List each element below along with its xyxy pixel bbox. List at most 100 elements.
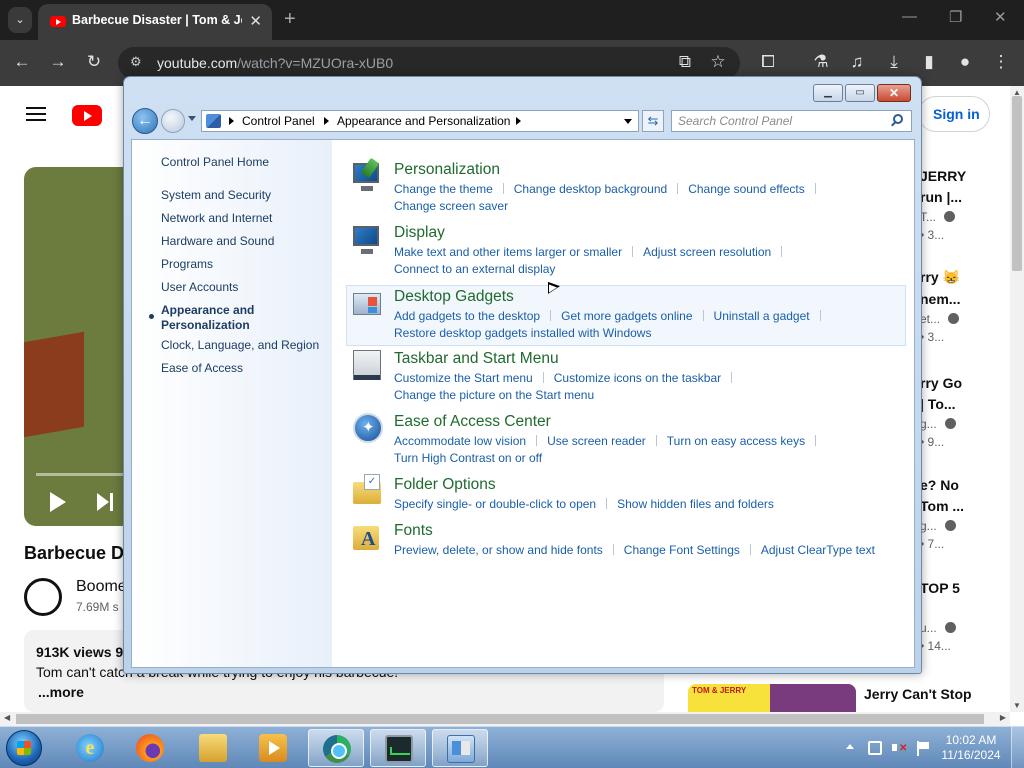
media-controls-icon[interactable]: ♫ (846, 52, 868, 72)
play-icon[interactable] (50, 492, 66, 512)
channel-avatar[interactable] (24, 578, 62, 616)
link-uninstall-gadget[interactable]: Uninstall a gadget (714, 309, 810, 323)
forward-button[interactable] (161, 109, 185, 133)
maximize-button[interactable]: ▭ (845, 84, 875, 102)
search-control-panel-input[interactable] (671, 110, 912, 132)
video-player[interactable] (24, 167, 130, 526)
explorer-address-bar[interactable]: Control Panel Appearance and Personaliza… (201, 110, 639, 132)
bookmark-star-icon[interactable]: ☆ (707, 52, 729, 72)
url-text[interactable]: youtube.com/watch?v=MZUOra-xUB0 (157, 55, 393, 71)
breadcrumb-appearance[interactable]: Appearance and Personalization (337, 114, 510, 128)
breadcrumb-arrow-icon[interactable] (324, 117, 329, 125)
taskbar-windows-explorer[interactable] (185, 729, 241, 767)
breadcrumb-arrow-icon[interactable] (229, 117, 234, 125)
link-adjust-screen-resolution[interactable]: Adjust screen resolution (643, 245, 771, 259)
back-arrow-icon[interactable]: ← (11, 52, 33, 72)
start-button[interactable] (6, 730, 42, 766)
recommended-video[interactable]: e? No Tom ... g... • 7... (920, 477, 1010, 551)
link-change-theme[interactable]: Change the theme (394, 182, 493, 196)
recent-pages-dropdown-icon[interactable] (188, 116, 196, 121)
side-panel-icon[interactable]: ▮ (918, 52, 940, 72)
nav-clock-language-region[interactable]: Clock, Language, and Region (161, 338, 319, 352)
close-button[interactable]: ✕ (877, 84, 911, 102)
category-title[interactable]: Desktop Gadgets (394, 288, 514, 306)
taskbar-task-manager[interactable] (370, 729, 426, 767)
volume-muted-icon[interactable] (892, 741, 907, 755)
link-restore-gadgets[interactable]: Restore desktop gadgets installed with W… (394, 326, 651, 340)
link-make-text-larger[interactable]: Make text and other items larger or smal… (394, 245, 622, 259)
category-title[interactable]: Personalization (394, 161, 500, 179)
browser-minimize-button[interactable]: — (902, 8, 917, 25)
system-clock[interactable]: 10:02 AM 11/16/2024 (940, 733, 1002, 763)
browser-tab-active[interactable]: Barbecue Disaster | Tom & Jerry ✕ (38, 4, 272, 40)
link-change-font-settings[interactable]: Change Font Settings (624, 543, 740, 557)
address-bar[interactable]: ⚙ youtube.com/watch?v=MZUOra-xUB0 (118, 47, 740, 79)
back-button[interactable]: ← (132, 108, 158, 134)
show-hidden-icons-icon[interactable] (846, 744, 854, 749)
page-horizontal-scrollbar[interactable]: ◀ ▶ (0, 712, 1010, 726)
taskbar-firefox[interactable] (122, 729, 178, 767)
minimize-button[interactable]: ▁ (813, 84, 843, 102)
recommended-video[interactable]: rry Go | To... g... • 9... (920, 375, 1010, 449)
taskbar-control-panel[interactable] (432, 729, 488, 767)
link-easy-access-keys[interactable]: Turn on easy access keys (667, 434, 805, 448)
link-adjust-cleartype[interactable]: Adjust ClearType text (761, 543, 875, 557)
install-app-icon[interactable]: ⧉ (674, 52, 696, 72)
link-add-gadgets[interactable]: Add gadgets to the desktop (394, 309, 540, 323)
taskbar-internet-explorer[interactable]: e (62, 729, 118, 767)
breadcrumb-control-panel[interactable]: Control Panel (242, 114, 315, 128)
scroll-down-arrow-icon[interactable]: ▼ (1013, 701, 1021, 710)
tab-search-chevron-icon[interactable]: ⌄ (8, 7, 32, 33)
search-icon[interactable] (893, 114, 903, 124)
scroll-left-arrow-icon[interactable]: ◀ (4, 713, 10, 722)
recommended-video[interactable]: JERRY run |... T... • 3... (920, 168, 1010, 242)
show-desktop-button[interactable] (1011, 727, 1024, 768)
category-title[interactable]: Fonts (394, 522, 433, 540)
recommended-title[interactable]: Jerry Can't Stop (864, 686, 972, 702)
nav-hardware-and-sound[interactable]: Hardware and Sound (161, 234, 274, 248)
scrollbar-thumb[interactable] (16, 714, 984, 724)
scrollbar-thumb[interactable] (1012, 96, 1022, 271)
show-more-link[interactable]: ...more (38, 684, 84, 700)
link-high-contrast[interactable]: Turn High Contrast on or off (394, 451, 542, 465)
network-icon[interactable] (868, 741, 882, 755)
link-change-desktop-background[interactable]: Change desktop background (514, 182, 667, 196)
link-connect-external-display[interactable]: Connect to an external display (394, 262, 555, 276)
page-vertical-scrollbar[interactable]: ▲ ▼ (1010, 86, 1024, 712)
nav-user-accounts[interactable]: User Accounts (161, 280, 238, 294)
breadcrumb-arrow-icon[interactable] (516, 117, 521, 125)
recommended-thumbnail[interactable]: TOM & JERRY (688, 684, 856, 712)
link-show-hidden-files[interactable]: Show hidden files and folders (617, 497, 774, 511)
downloads-icon[interactable]: ⤓ (883, 52, 905, 72)
nav-control-panel-home[interactable]: Control Panel Home (161, 155, 269, 169)
sign-in-button[interactable]: Sign in (918, 96, 990, 132)
link-change-sound-effects[interactable]: Change sound effects (688, 182, 805, 196)
link-use-screen-reader[interactable]: Use screen reader (547, 434, 646, 448)
address-dropdown-icon[interactable] (624, 119, 632, 124)
refresh-button[interactable]: ⇆ (642, 110, 664, 132)
scroll-right-arrow-icon[interactable]: ▶ (1000, 713, 1006, 722)
labs-flask-icon[interactable]: ⚗ (810, 52, 832, 72)
nav-system-and-security[interactable]: System and Security (161, 188, 271, 202)
video-progress-bar[interactable] (36, 473, 130, 476)
chrome-menu-icon[interactable]: ⋮ (990, 52, 1012, 72)
category-title[interactable]: Taskbar and Start Menu (394, 350, 559, 368)
link-single-double-click[interactable]: Specify single- or double-click to open (394, 497, 596, 511)
nav-network-and-internet[interactable]: Network and Internet (161, 211, 272, 225)
nav-ease-of-access[interactable]: Ease of Access (161, 361, 243, 375)
youtube-logo-icon[interactable] (72, 105, 102, 126)
link-change-screen-saver[interactable]: Change screen saver (394, 199, 508, 213)
reload-icon[interactable]: ↻ (83, 52, 105, 72)
profile-avatar-icon[interactable]: ● (954, 52, 976, 72)
taskbar-media-player[interactable] (245, 729, 301, 767)
site-info-icon[interactable]: ⚙ (130, 54, 142, 70)
link-get-more-gadgets[interactable]: Get more gadgets online (561, 309, 692, 323)
category-title[interactable]: Folder Options (394, 476, 496, 494)
tab-close-icon[interactable]: ✕ (249, 12, 262, 30)
nav-programs[interactable]: Programs (161, 257, 213, 271)
taskbar-chrome[interactable] (308, 729, 364, 767)
browser-close-button[interactable]: ✕ (994, 8, 1007, 26)
action-center-flag-icon[interactable] (916, 741, 930, 756)
link-customize-taskbar-icons[interactable]: Customize icons on the taskbar (554, 371, 721, 385)
browser-restore-button[interactable]: ❐ (949, 8, 962, 26)
